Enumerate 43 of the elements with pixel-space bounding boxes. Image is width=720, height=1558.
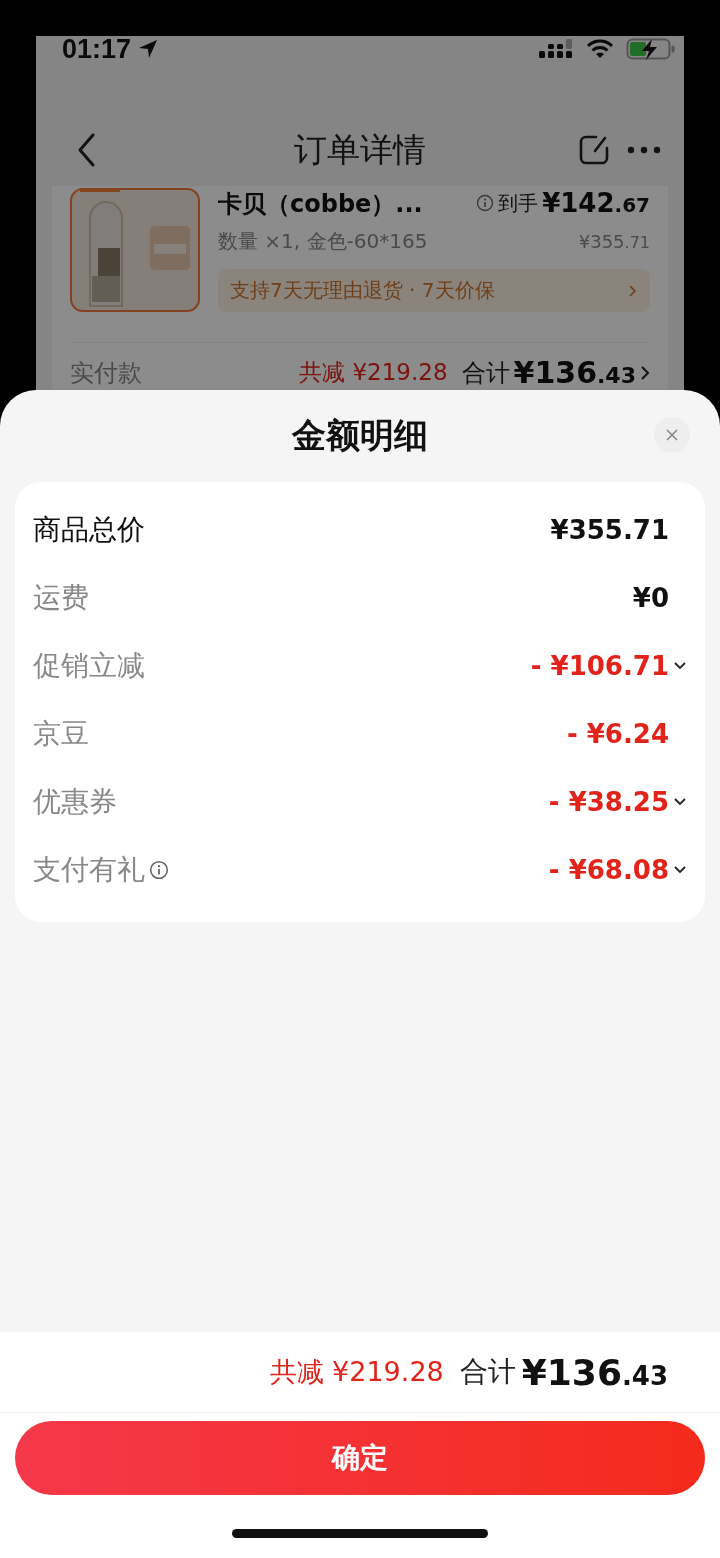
- row-label: 优惠券: [33, 784, 117, 820]
- product-specs: 数量 ×1, 金色-60*165: [218, 228, 428, 255]
- page-title: 订单详情: [294, 128, 426, 171]
- share-icon[interactable]: [578, 134, 610, 166]
- row-label: 促销立减: [33, 648, 145, 684]
- confirm-button[interactable]: 确定: [15, 1421, 705, 1495]
- charging-battery-icon: [626, 37, 676, 61]
- info-icon: [476, 194, 495, 212]
- location-arrow-icon: [137, 38, 160, 60]
- sheet-title: 金额明细: [292, 414, 428, 457]
- info-icon: [149, 860, 169, 880]
- paid-label: 实付款: [70, 357, 142, 389]
- row-amount: - ¥6.24: [566, 719, 669, 749]
- discount-total: 共减 ¥219.28: [269, 1355, 444, 1389]
- row-label: 京豆: [33, 716, 89, 752]
- original-price: ¥355.71: [578, 231, 650, 252]
- service-text: 支持7天无理由退货 · 7天价保: [230, 277, 495, 304]
- chevron-right-icon: [628, 283, 638, 298]
- product-price: ¥142.67: [542, 188, 650, 218]
- signal-icon: [538, 38, 574, 60]
- product-title: 卡贝（cobbe）...: [218, 189, 423, 220]
- row-amount: ¥0: [632, 583, 669, 613]
- status-time: 01:17: [62, 36, 132, 65]
- chevron-down-icon[interactable]: [673, 865, 687, 875]
- service-banner[interactable]: 支持7天无理由退货 · 7天价保: [218, 269, 650, 312]
- total-label: 合计: [461, 357, 510, 389]
- row-amount: - ¥38.25: [548, 787, 669, 817]
- row-amount: - ¥106.71: [530, 651, 669, 681]
- more-icon[interactable]: [626, 145, 662, 155]
- total-label: 合计: [459, 1354, 516, 1390]
- row-label: 商品总价: [33, 512, 145, 548]
- chevron-right-icon: [640, 364, 650, 381]
- chevron-down-icon[interactable]: [673, 797, 687, 807]
- price-label: 到手: [498, 189, 539, 217]
- total-price: ¥136.43: [521, 1351, 668, 1393]
- chevron-down-icon[interactable]: [673, 661, 687, 671]
- row-label: 运费: [33, 580, 89, 616]
- row-amount: ¥355.71: [550, 515, 669, 545]
- wifi-icon: [586, 38, 614, 60]
- row-amount: - ¥68.08: [548, 855, 669, 885]
- discount-total: 共减 ¥219.28: [299, 358, 448, 387]
- total-price: ¥136.43: [513, 355, 636, 390]
- row-label: 支付有礼: [33, 852, 145, 888]
